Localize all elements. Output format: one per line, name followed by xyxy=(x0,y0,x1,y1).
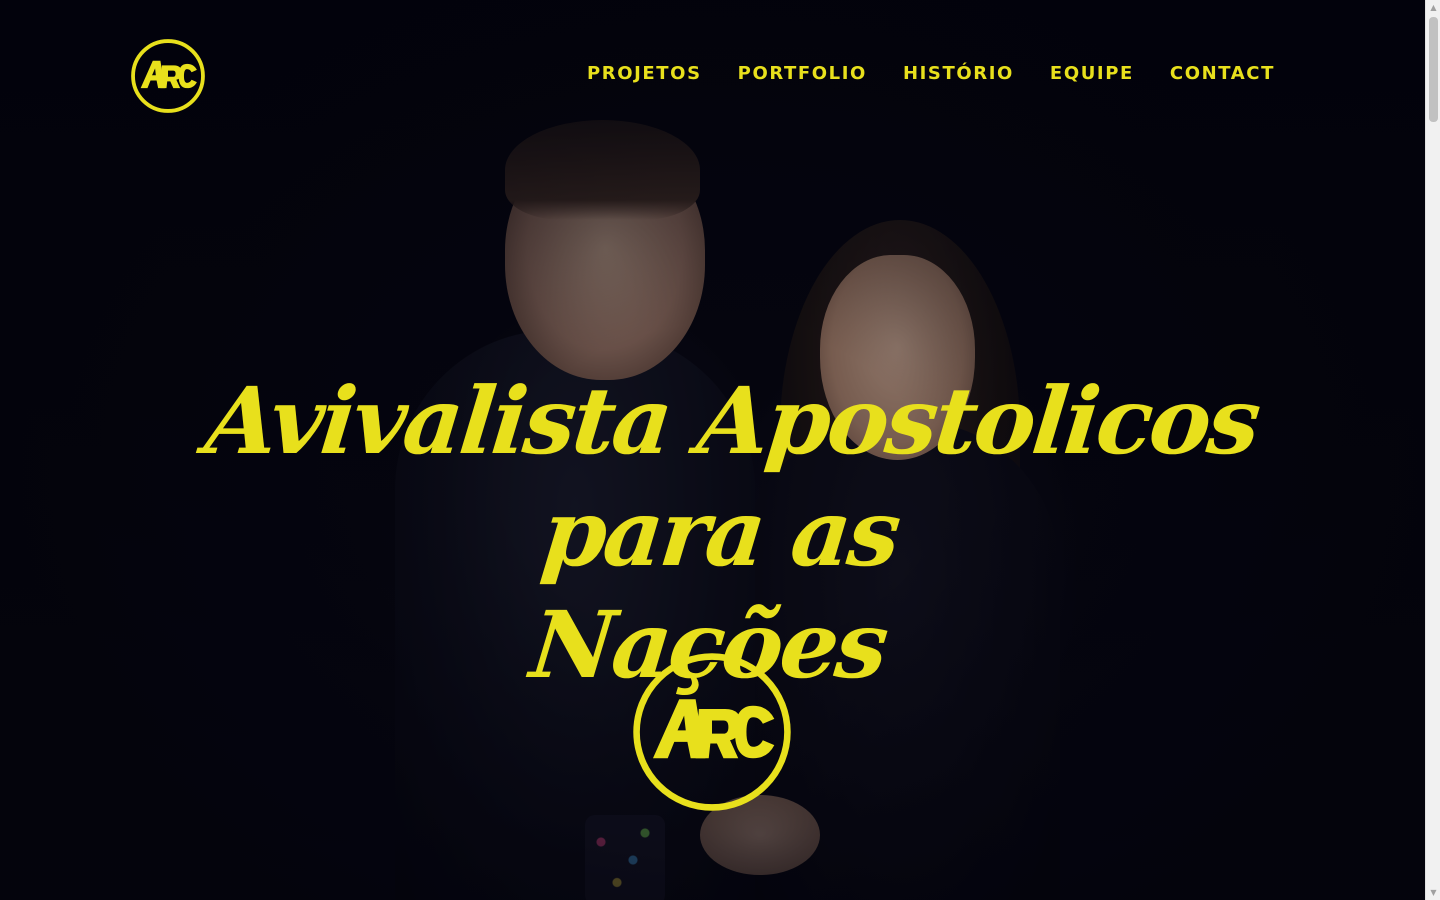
page: PROJETOS PORTFOLIO HISTÓRIO EQUIPE CONTA… xyxy=(0,0,1440,900)
nav-item-historio[interactable]: HISTÓRIO xyxy=(903,62,1014,86)
page-scrollbar[interactable]: ▲ ▼ xyxy=(1425,0,1440,900)
main-nav: PROJETOS PORTFOLIO HISTÓRIO EQUIPE CONTA… xyxy=(551,62,1275,86)
site-header: PROJETOS PORTFOLIO HISTÓRIO EQUIPE CONTA… xyxy=(0,0,1425,150)
nav-item-portfolio[interactable]: PORTFOLIO xyxy=(738,62,867,86)
scroll-thumb[interactable] xyxy=(1429,17,1438,122)
arc-logo-icon xyxy=(131,39,205,113)
hero-title-line-1: Avivalista Apostolicos para as xyxy=(200,367,1263,587)
scroll-down-arrow-icon[interactable]: ▼ xyxy=(1426,885,1440,900)
scroll-up-arrow-icon[interactable]: ▲ xyxy=(1426,0,1440,15)
arc-emblem-icon xyxy=(633,653,791,811)
hero-emblem xyxy=(630,650,794,814)
nav-item-equipe[interactable]: EQUIPE xyxy=(1050,62,1134,86)
nav-item-contact[interactable]: CONTACT xyxy=(1170,62,1275,86)
nav-item-projetos[interactable]: PROJETOS xyxy=(587,62,702,86)
site-logo-link[interactable] xyxy=(130,38,206,114)
